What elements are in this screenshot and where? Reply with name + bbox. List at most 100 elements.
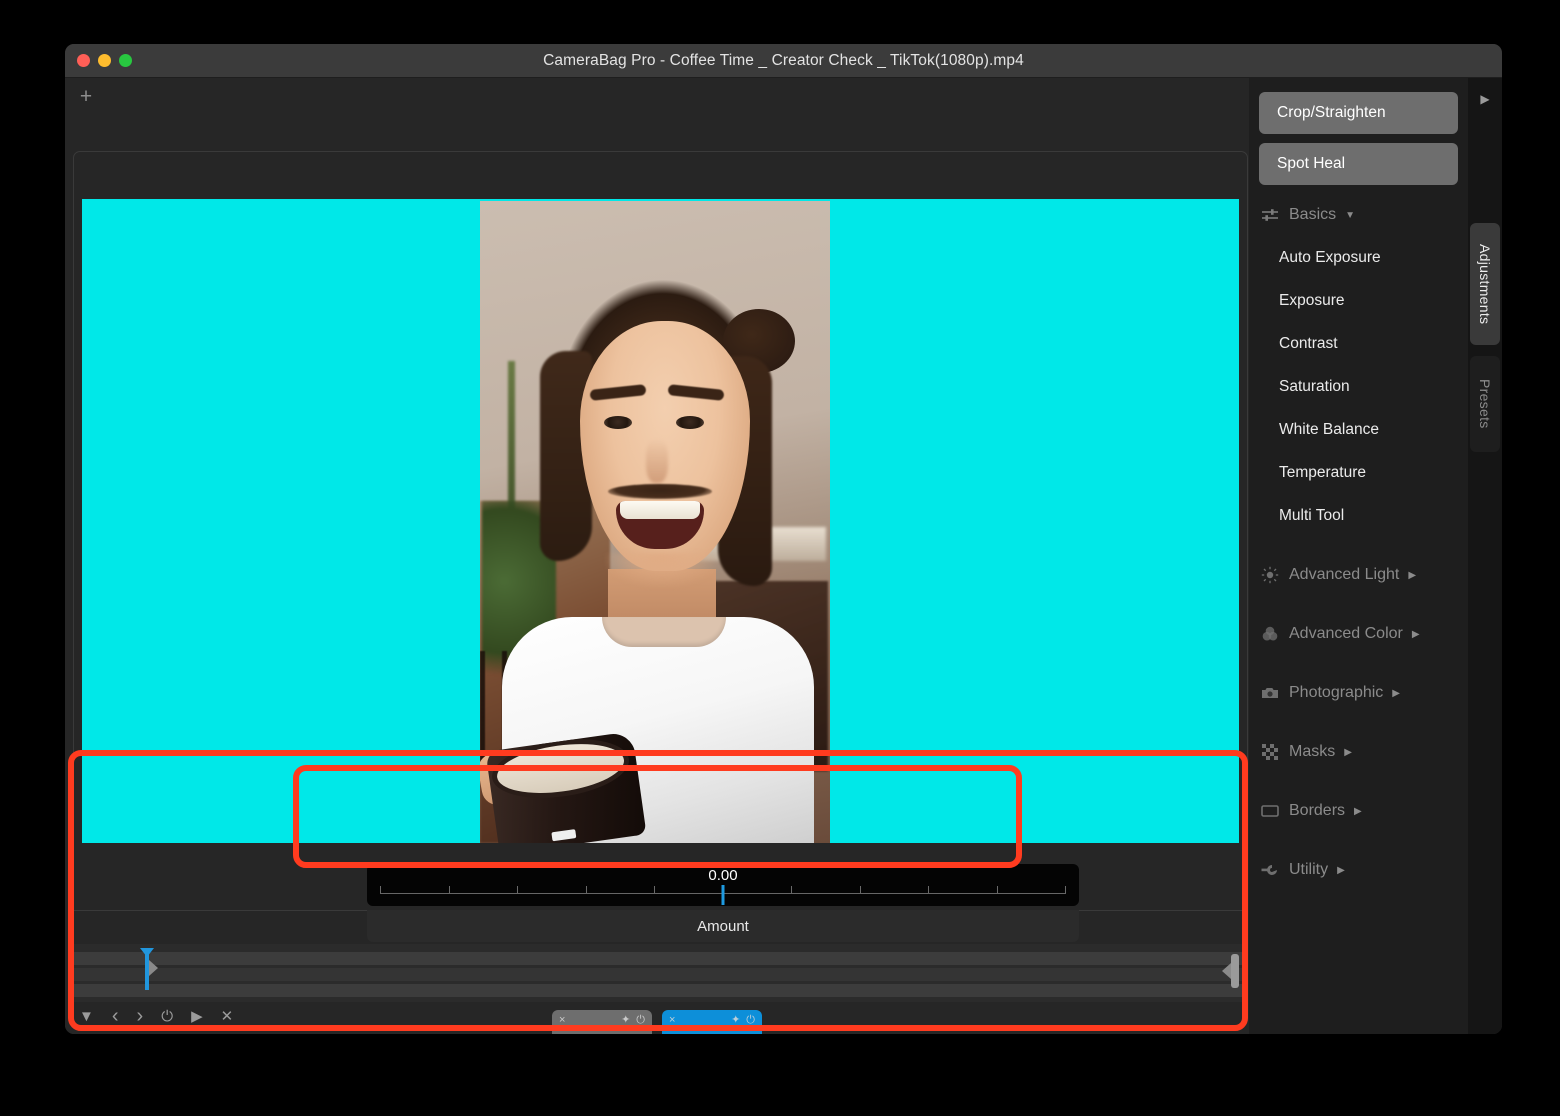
document-tab-strip: + [65,78,1249,115]
timeline-track [73,968,1248,981]
close-window-button[interactable] [77,54,90,67]
timeline-tracks [73,952,1248,1000]
item-label: Exposure [1279,292,1344,310]
chevron-right-icon[interactable]: ▶ [1408,570,1416,581]
adjustments-panel: Crop/Straighten Spot Heal Basics ▼ [1249,78,1502,1034]
timeline-out-handle[interactable] [1231,954,1239,988]
item-label: Auto Exposure [1279,249,1381,267]
collapse-panel-icon[interactable]: ▶ [1468,92,1502,106]
amount-slider-value: 0.00 [367,867,1079,884]
adjustment-white-balance[interactable]: White Balance [1249,408,1468,451]
tool-crop-straighten[interactable]: Crop/Straighten [1259,92,1458,134]
tab-adjustments[interactable]: Adjustments [1470,223,1500,345]
chevron-right-icon[interactable]: ▶ [1392,688,1400,699]
chevron-right-icon[interactable]: ▶ [1354,806,1362,817]
adjustment-contrast[interactable]: Contrast [1249,322,1468,365]
filter-chip-white-balance[interactable]: × ✦ ⏻ White Balance [552,1010,652,1034]
group-masks[interactable]: Masks ▶ [1249,731,1468,773]
canvas-frame [73,151,1248,911]
pin-icon[interactable]: ✦ [731,1014,740,1027]
item-label: Multi Tool [1279,507,1344,525]
spacer [1249,832,1468,849]
chevron-down-icon[interactable]: ▼ [1345,210,1355,221]
chip-icon-row: × ✦ ⏻ [559,1014,645,1027]
editor-pane: + [65,78,1249,1034]
traffic-light-group [77,54,132,67]
item-label: Saturation [1279,378,1350,396]
spacer [1249,714,1468,731]
play-icon[interactable]: ▶ [191,1009,203,1024]
dropdown-icon[interactable]: ▼ [79,1009,94,1024]
power-icon[interactable]: ⏻ [746,1014,755,1027]
photo-mug-label [551,829,576,841]
zoom-window-button[interactable] [119,54,132,67]
adjustments-list: Crop/Straighten Spot Heal Basics ▼ [1249,78,1468,1034]
power-icon[interactable]: ⏻ [636,1014,645,1027]
item-label: Contrast [1279,335,1338,353]
photo-eye-right [676,416,704,429]
camera-icon [1259,682,1281,704]
timeline-track [73,952,1248,965]
group-label: Borders [1289,802,1345,820]
application-window: CameraBag Pro - Coffee Time _ Creator Ch… [65,44,1502,1034]
item-label: White Balance [1279,421,1379,439]
chip-icon-row: × ✦ ⏻ [669,1014,755,1027]
adjustment-saturation[interactable]: Saturation [1249,365,1468,408]
close-icon[interactable]: × [669,1014,675,1027]
sun-icon [1259,564,1281,586]
adjustment-temperature[interactable]: Temperature [1249,451,1468,494]
photo-eye-left [604,416,632,429]
amount-slider[interactable]: 0.00 [367,864,1079,906]
group-advanced-light[interactable]: Advanced Light ▶ [1249,554,1468,596]
group-advanced-color[interactable]: Advanced Color ▶ [1249,613,1468,655]
pin-icon[interactable]: ✦ [621,1014,630,1027]
adjustment-multi-tool[interactable]: Multi Tool [1249,494,1468,537]
power-icon[interactable]: ⏻ [161,1009,173,1024]
photo-nose [646,439,668,483]
timeline-playhead[interactable] [145,948,149,990]
spacer [1249,655,1468,672]
tab-presets[interactable]: Presets [1470,356,1500,452]
chevron-right-icon[interactable]: ▶ [1412,629,1420,640]
video-preview[interactable] [480,201,830,843]
bottom-toolbar: ▼ ‹ › ⏻ ▶ ✕ [79,1006,233,1026]
amount-slider-thumb[interactable] [722,885,725,905]
next-icon[interactable]: › [137,1006,144,1026]
close-icon[interactable]: × [559,1014,565,1027]
filter-chip-temperature[interactable]: × ✦ ⏻ Temperature [662,1010,762,1034]
photo-collar [602,617,726,647]
group-label: Advanced Color [1289,625,1403,643]
rectangle-icon [1259,800,1281,822]
checker-icon [1259,741,1281,763]
window-title: CameraBag Pro - Coffee Time _ Creator Ch… [65,52,1502,70]
filter-chip-row: × ✦ ⏻ White Balance × ✦ ⏻ Temperature [65,1010,1249,1034]
close-icon[interactable]: ✕ [221,1009,234,1024]
group-photographic[interactable]: Photographic ▶ [1249,672,1468,714]
group-basics[interactable]: Basics ▼ [1249,194,1468,236]
chevron-right-icon[interactable]: ▶ [1344,747,1352,758]
previous-icon[interactable]: ‹ [112,1006,119,1026]
adjustment-exposure[interactable]: Exposure [1249,279,1468,322]
amount-slider-label: Amount [367,910,1079,942]
photo-moustache [608,484,712,499]
timeline-track [73,984,1248,997]
window-body: + [65,78,1502,1034]
group-utility[interactable]: Utility ▶ [1249,849,1468,891]
vertical-tab-strip: ▶ Adjustments Presets [1468,78,1502,1034]
item-label: Temperature [1279,464,1366,482]
add-tab-button[interactable]: + [73,84,99,110]
title-bar: CameraBag Pro - Coffee Time _ Creator Ch… [65,44,1502,78]
color-wheel-icon [1259,623,1281,645]
timeline-scrubber[interactable] [73,944,1248,1002]
spacer [1249,773,1468,790]
canvas-inner [82,199,1247,910]
adjustment-auto-exposure[interactable]: Auto Exposure [1249,236,1468,279]
chevron-right-icon[interactable]: ▶ [1337,865,1345,876]
group-borders[interactable]: Borders ▶ [1249,790,1468,832]
tool-spot-heal[interactable]: Spot Heal [1259,143,1458,185]
photo-plant-stem [508,361,515,511]
photo-coffee-mug [485,731,646,843]
minimize-window-button[interactable] [98,54,111,67]
spacer [1249,596,1468,613]
group-label: Masks [1289,743,1335,761]
